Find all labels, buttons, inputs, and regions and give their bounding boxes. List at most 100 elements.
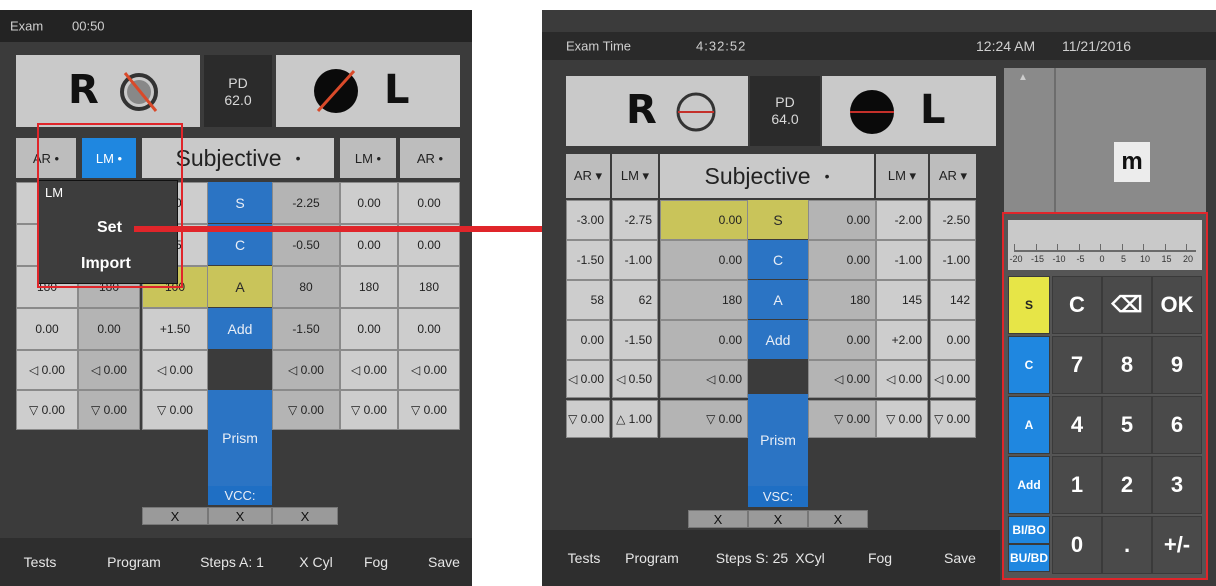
prism-label[interactable]: Prism [208,390,272,486]
cell-lm[interactable]: -1.50 [612,320,658,360]
cell-ar[interactable]: 58 [566,280,610,320]
cell-lm2[interactable]: 180 [340,266,398,308]
ar-left-dropdown[interactable]: AR ▾ [930,154,976,198]
cell-ar2[interactable]: 142 [930,280,976,320]
cell-lm2[interactable]: ◁ 0.00 [876,360,928,398]
cell-ar[interactable]: ▽ 0.00 [16,390,78,430]
cell-sub[interactable]: ▽ 0.00 [660,400,748,438]
fog-button[interactable]: Fog [364,554,388,570]
prism-label[interactable]: Prism [748,394,808,486]
lm-left-dropdown[interactable]: LM ▾ [876,154,928,198]
cell-lm[interactable]: -1.00 [612,240,658,280]
lm-left-dropdown[interactable]: LM • [340,138,396,178]
cell-lm[interactable]: ◁ 0.00 [78,350,140,390]
fog-button[interactable]: Fog [868,550,892,566]
cell-ar2[interactable]: ◁ 0.00 [398,350,460,390]
x-button[interactable]: X [142,507,208,525]
xcyl-button[interactable]: XCyl [795,550,825,566]
tests-button[interactable]: Tests [568,550,601,566]
cell-lm2[interactable]: +2.00 [876,320,928,360]
cell-lm2[interactable]: 0.00 [340,308,398,350]
cell-sub[interactable]: +1.50 [142,308,208,350]
cell-ar[interactable]: 0.00 [566,320,610,360]
row-label-a[interactable]: A [748,280,808,320]
left-eye-panel[interactable]: L [276,55,460,127]
cell-ar[interactable]: -1.50 [566,240,610,280]
cell-val[interactable]: 180 [808,280,876,320]
cell-lm[interactable]: △ 1.00 [612,400,658,438]
cell-sub[interactable]: ▽ 0.00 [142,390,208,430]
cell-ar2[interactable]: -2.50 [930,200,976,240]
row-label-add[interactable]: Add [748,320,808,360]
pd-box[interactable]: PD 64.0 [750,76,820,146]
cell-lm2[interactable]: 145 [876,280,928,320]
cell-sub[interactable]: ◁ 0.00 [142,350,208,390]
cell-lm[interactable]: 62 [612,280,658,320]
x-button[interactable]: X [272,507,338,525]
cell-ar2[interactable]: ▽ 0.00 [930,400,976,438]
cell-ar[interactable]: -3.00 [566,200,610,240]
cell-lm[interactable]: ▽ 0.00 [78,390,140,430]
program-button[interactable]: Program [107,554,161,570]
cell-lm2[interactable]: ▽ 0.00 [340,390,398,430]
cell-val[interactable]: 0.00 [808,240,876,280]
x-button[interactable]: X [748,510,808,528]
optotype-box[interactable]: m [1114,142,1150,182]
cell-ar2[interactable]: 0.00 [930,320,976,360]
cell-ar[interactable]: ◁ 0.00 [566,360,610,398]
subjective-dropdown[interactable]: Subjective • [660,154,874,198]
cell-ar2[interactable]: ◁ 0.00 [930,360,976,398]
cell-val[interactable]: ▽ 0.00 [808,400,876,438]
save-button[interactable]: Save [428,554,460,570]
row-label-a[interactable]: A [208,266,272,308]
cell-val[interactable]: ◁ 0.00 [808,360,876,398]
cell-sub[interactable]: ◁ 0.00 [660,360,748,398]
row-label-add[interactable]: Add [208,308,272,350]
lm-right-dropdown[interactable]: LM ▾ [612,154,658,198]
chart-up-arrow-icon[interactable]: ▲ [1018,72,1028,83]
cell-ar2[interactable]: -1.00 [930,240,976,280]
cell-sub[interactable]: 0.00 [660,320,748,360]
cell-ar[interactable]: 0.00 [16,308,78,350]
row-label-c[interactable]: C [748,240,808,280]
cell-lm2[interactable]: -2.00 [876,200,928,240]
cell-val[interactable]: -1.50 [272,308,340,350]
cell-ar[interactable]: ◁ 0.00 [16,350,78,390]
cell-sub[interactable]: 0.00 [660,240,748,280]
ar-left-dropdown[interactable]: AR • [400,138,460,178]
program-button[interactable]: Program [625,550,679,566]
cell-sub[interactable]: 180 [660,280,748,320]
cell-val[interactable]: 0.00 [808,200,876,240]
x-button[interactable]: X [208,507,272,525]
steps-button[interactable]: Steps S: 25 [716,550,788,566]
save-button[interactable]: Save [944,550,976,566]
tests-button[interactable]: Tests [24,554,57,570]
cell-lm2[interactable]: ▽ 0.00 [876,400,928,438]
right-eye-panel[interactable]: R [16,55,200,127]
cell-ar2[interactable]: 180 [398,266,460,308]
clock-time: 12:24 AM [976,38,1036,54]
cell-lm[interactable]: -2.75 [612,200,658,240]
right-eye-panel[interactable]: R [566,76,748,146]
pd-box[interactable]: PD 62.0 [204,55,272,127]
cell-ar2[interactable]: ▽ 0.00 [398,390,460,430]
cell-lm2[interactable]: -1.00 [876,240,928,280]
cell-ar[interactable]: ▽ 0.00 [566,400,610,438]
row-label-s[interactable]: S [748,200,808,240]
ar-right-dropdown[interactable]: AR ▾ [566,154,610,198]
cell-lm[interactable]: ◁ 0.50 [612,360,658,398]
cell-val[interactable]: ▽ 0.00 [272,390,340,430]
cell-lm2[interactable]: ◁ 0.00 [340,350,398,390]
cell-val[interactable]: ◁ 0.00 [272,350,340,390]
cell-ar2[interactable]: 0.00 [398,308,460,350]
cell-val[interactable]: 0.00 [808,320,876,360]
cell-lm[interactable]: 0.00 [78,308,140,350]
xcyl-button[interactable]: X Cyl [299,554,332,570]
x-button[interactable]: X [808,510,868,528]
cell-sub[interactable]: 0.00 [660,200,748,240]
chart-panel[interactable]: ▲ m [1004,68,1206,212]
steps-button[interactable]: Steps A: 1 [200,554,264,570]
x-button[interactable]: X [688,510,748,528]
left-eye-panel[interactable]: L [822,76,996,146]
cell-val[interactable]: 80 [272,266,340,308]
